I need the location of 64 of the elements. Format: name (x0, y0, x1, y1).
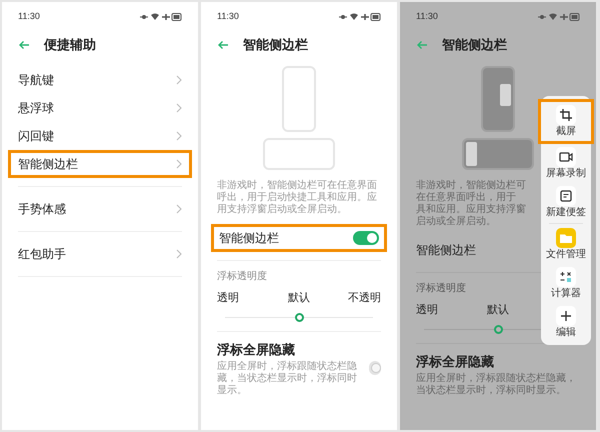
chevron-icon (176, 159, 182, 169)
slider[interactable] (424, 322, 542, 334)
description-text: 应用全屏时，浮标跟随状态栏隐藏，当状态栏显示时，浮标同时显示。 (416, 373, 577, 397)
setting-row[interactable]: 智能侧边栏 (416, 236, 476, 264)
description-text: 非游戏时，智能侧边栏可在任意界面呼出，用于 (416, 180, 527, 204)
section-label: 浮标透明度 (416, 282, 466, 296)
menu-item[interactable]: 悬浮球 (18, 94, 182, 122)
back-icon[interactable] (416, 40, 428, 50)
status-time: 11:30 (416, 10, 438, 24)
menu-item[interactable]: 闪回键 (18, 122, 182, 150)
sidebar-item[interactable]: 截屏 (538, 99, 594, 144)
setting-row[interactable]: 智能侧边栏 (211, 224, 387, 252)
slider-label: 透明 (416, 304, 438, 316)
phone-drawing (263, 138, 335, 170)
sidebar-item[interactable]: 屏幕录制 (541, 144, 591, 183)
slider-label: 默认 (288, 292, 310, 304)
sidebar-item[interactable]: 编辑 (541, 303, 591, 342)
phone-drawing (282, 66, 316, 132)
folder-icon (556, 228, 576, 248)
slider-label: 不透明 (348, 292, 381, 304)
calculator-icon (556, 267, 576, 287)
status-icons-drawing (140, 12, 182, 22)
crop-icon (556, 105, 576, 125)
chevron-icon (176, 75, 182, 85)
toggle-switch[interactable] (353, 231, 379, 245)
menu-item[interactable]: 智能侧边栏 (8, 150, 192, 178)
chevron-icon (176, 249, 182, 259)
description-text: 非游戏时，智能侧边栏可在任意界面呼出，用于启动快捷工具和应用。应用支持浮窗启动或全屏启动。 (217, 180, 378, 216)
plus-icon (556, 306, 576, 326)
section-label: 浮标透明度 (217, 270, 267, 284)
page-title: 智能侧边栏 (442, 36, 507, 54)
status-icons-drawing (339, 12, 381, 22)
chevron-icon (176, 204, 182, 214)
description-text: 具和应用。应用支持浮窗启动或全屏启动。 (416, 204, 527, 228)
video-camera-icon (556, 147, 576, 167)
back-icon[interactable] (18, 40, 30, 50)
chevron-icon (176, 103, 182, 113)
page-title: 便捷辅助 (44, 36, 96, 54)
status-time: 11:30 (18, 10, 40, 24)
menu-item[interactable]: 导航键 (18, 66, 182, 94)
slider-label: 默认 (486, 304, 509, 316)
description-text: 应用全屏时，浮标跟随状态栏隐藏，当状态栏显示时，浮标同时显示。 (217, 361, 358, 397)
slider[interactable] (225, 310, 373, 322)
setting-label: 浮标全屏隐藏 (416, 352, 495, 370)
back-icon[interactable] (217, 40, 229, 50)
status-time: 11:30 (217, 10, 239, 24)
sidebar-item[interactable]: 新建便签 (541, 183, 591, 222)
setting-label: 智能侧边栏 (219, 230, 279, 247)
setting-label: 浮标全屏隐藏 (217, 340, 296, 358)
phone-drawing (462, 138, 534, 170)
slider-thumb[interactable] (295, 312, 304, 322)
sidebar-item[interactable]: 计算器 (541, 264, 591, 303)
slider-thumb[interactable] (494, 324, 504, 334)
menu-item[interactable]: 红包助手 (18, 240, 182, 268)
phone-drawing (481, 66, 515, 132)
toggle-switch[interactable] (368, 361, 381, 376)
setting-label: 智能侧边栏 (416, 242, 476, 259)
sidebar-item[interactable]: 文件管理 (541, 225, 591, 264)
status-icons-drawing (538, 12, 580, 22)
chevron-icon (176, 131, 182, 141)
note-icon (556, 186, 576, 206)
page-title: 智能侧边栏 (243, 36, 308, 54)
menu-item[interactable]: 手势体感 (18, 195, 182, 223)
slider-label: 透明 (217, 292, 239, 304)
